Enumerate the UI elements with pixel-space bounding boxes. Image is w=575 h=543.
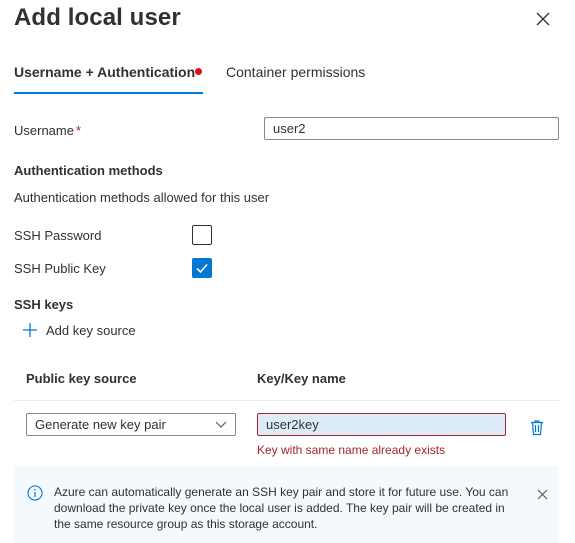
delete-row-icon[interactable] [528, 418, 546, 436]
tab-container-permissions[interactable]: Container permissions [226, 64, 365, 80]
username-label-text: Username [14, 123, 74, 138]
add-key-source-button[interactable]: Add key source [22, 320, 136, 340]
username-input[interactable] [264, 117, 559, 140]
auth-methods-heading: Authentication methods [14, 163, 163, 178]
key-name-error-message: Key with same name already exists [257, 443, 446, 457]
ssh-password-label: SSH Password [14, 228, 102, 243]
info-icon [27, 485, 43, 501]
add-key-source-label: Add key source [46, 322, 136, 338]
panel-title: Add local user [14, 4, 181, 31]
grid-divider [14, 400, 559, 401]
ssh-keys-heading: SSH keys [14, 297, 74, 312]
tab-username-authentication[interactable]: Username + Authentication [14, 64, 203, 94]
info-message-text: Azure can automatically generate an SSH … [54, 485, 509, 531]
tab-label: Container permissions [226, 64, 366, 80]
required-marker: * [75, 123, 82, 138]
error-dot-icon [195, 68, 202, 75]
username-label: Username * [14, 123, 81, 138]
key-name-input[interactable] [257, 413, 506, 436]
column-header-public-key-source: Public key source [26, 371, 137, 386]
column-header-key-name: Key/Key name [257, 371, 346, 386]
info-message-bar: Azure can automatically generate an SSH … [14, 466, 559, 543]
dropdown-selected-value: Generate new key pair [35, 417, 166, 432]
ssh-public-key-checkbox[interactable] [192, 258, 212, 278]
auth-methods-description: Authentication methods allowed for this … [14, 190, 270, 205]
chevron-down-icon [215, 418, 227, 433]
checkmark-icon [196, 263, 208, 274]
plus-icon [22, 322, 38, 338]
ssh-password-checkbox[interactable] [192, 225, 212, 245]
close-icon[interactable] [533, 9, 553, 29]
ssh-public-key-label: SSH Public Key [14, 261, 106, 276]
active-tab-indicator [14, 92, 203, 94]
tab-label: Username + Authentication [14, 64, 196, 80]
dismiss-icon[interactable] [535, 487, 549, 501]
public-key-source-dropdown[interactable]: Generate new key pair [26, 413, 236, 436]
